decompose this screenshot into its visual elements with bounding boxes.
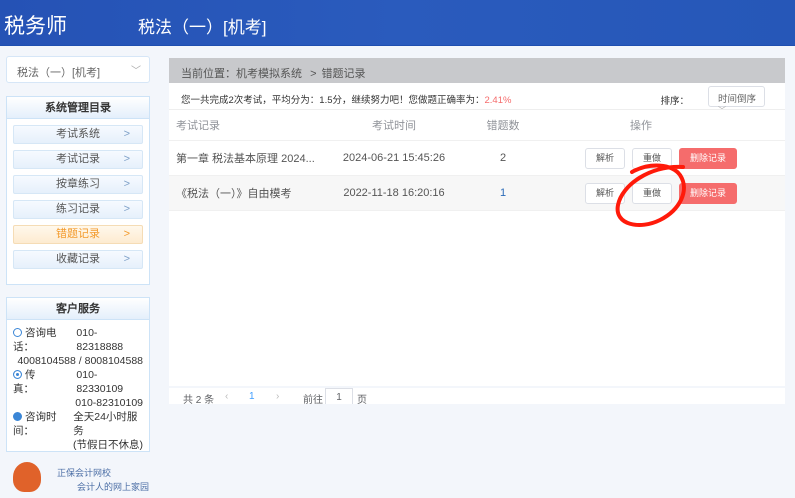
analyze-button[interactable]: 解析	[584, 147, 625, 169]
hours-note: (节假日不休息)	[73, 439, 143, 451]
accuracy-rate: 2.41%	[484, 95, 512, 106]
customer-service-panel: 客户服务 咨询电话： 010-82318888 4008104588 / 8008…	[6, 297, 150, 492]
header-record: 考试记录	[176, 120, 220, 132]
sidebar-item-0[interactable]: 考试系统 >	[13, 125, 143, 144]
goto-page-input[interactable]: 1	[325, 388, 353, 404]
goto-label: 前往	[303, 395, 323, 406]
chevron-right-icon: >	[123, 153, 130, 165]
record-count: 2	[499, 152, 507, 164]
sidebar-item-label: 收藏记录	[56, 253, 100, 265]
delete-record-button[interactable]: 删除记录	[679, 147, 738, 169]
fax-number-2: 010-82310109	[75, 397, 143, 409]
sidebar-item-label: 错题记录	[56, 228, 100, 240]
total-count: 共 2 条	[183, 395, 215, 406]
page-title: 税法（一）[机考]	[138, 18, 267, 37]
summary-text: 您一共完成2次考试，平均分为：1.5分，继续努力吧！您做题正确率为：	[181, 95, 485, 106]
sort-select[interactable]: 时间倒序 ﹀	[708, 86, 765, 115]
menu-title: 系统管理目录	[7, 97, 149, 119]
redo-button[interactable]: 重做	[631, 147, 672, 169]
table-header: 考试记录 考试时间 错题数 操作	[169, 110, 785, 141]
redo-button[interactable]: 重做	[631, 182, 672, 204]
record-name: 《税法（一）》自由模考	[176, 188, 292, 200]
sidebar-item-label: 考试系统	[56, 128, 100, 140]
subject-select-value: 税法（一）[机考]	[17, 67, 101, 79]
breadcrumb-separator-icon: >	[310, 68, 317, 80]
phone-icon	[13, 328, 22, 337]
next-page-button[interactable]: ›	[276, 391, 279, 402]
promo-banner: 正保会计网校 会计人的网上家园	[7, 458, 149, 498]
phone-number: 010-82318888	[76, 327, 124, 353]
pagination: 共 2 条 ‹ 1 › 前往 1 页	[169, 388, 785, 406]
record-name: 第一章 税法基本原理 2024...	[176, 153, 315, 165]
sort-value: 时间倒序	[718, 94, 757, 105]
subject-select[interactable]: 税法（一）[机考] ﹀	[6, 56, 150, 83]
chevron-down-icon: ﹀	[718, 106, 726, 115]
breadcrumb-item-current: 错题记录	[321, 68, 366, 80]
clock-icon	[13, 412, 22, 421]
sidebar-item-5[interactable]: 收藏记录 >	[13, 250, 143, 269]
promo-text: 正保会计网校	[57, 468, 112, 478]
chevron-right-icon: >	[123, 128, 130, 140]
summary-bar: 您一共完成2次考试，平均分为：1.5分，继续努力吧！您做题正确率为：2.41% …	[169, 83, 785, 115]
header: 税务师 税法（一）[机考]	[0, 0, 795, 46]
chevron-down-icon: ﹀	[131, 66, 141, 77]
phone-number-2: 4008104588 / 8008104588	[17, 355, 143, 367]
table-row: 第一章 税法基本原理 2024... 2024-06-21 15:45:26 2…	[169, 141, 785, 176]
delete-record-button[interactable]: 删除记录	[679, 182, 738, 204]
chevron-right-icon: >	[123, 203, 130, 215]
sort-label: 排序：	[660, 96, 689, 107]
sidebar-item-3[interactable]: 练习记录 >	[13, 200, 143, 219]
record-time: 2022-11-18 16:20:16	[343, 187, 445, 199]
header-actions: 操作	[630, 120, 652, 132]
telephone-icon	[13, 462, 41, 492]
menu-panel: 系统管理目录 考试系统 > 考试记录 > 按章练习 > 练习记录 > 错题记录 > 收藏记录 >	[6, 96, 150, 285]
record-time: 2024-06-21 15:45:26	[342, 152, 446, 164]
header-time: 考试时间	[372, 120, 416, 132]
sidebar-item-1[interactable]: 考试记录 >	[13, 150, 143, 169]
record-count: 1	[499, 187, 507, 199]
page-unit-label: 页	[357, 395, 367, 406]
table-row: 《税法（一）》自由模考 2022-11-18 16:20:16 1 解析 重做 删除…	[169, 176, 785, 211]
page-1-button[interactable]: 1	[249, 391, 255, 402]
breadcrumb-prefix: 当前位置：	[181, 68, 236, 80]
breadcrumb-item[interactable]: 机考模拟系统	[236, 68, 302, 80]
header-count: 错题数	[486, 120, 520, 132]
fax-icon	[13, 370, 22, 379]
sidebar-item-2[interactable]: 按章练习 >	[13, 175, 143, 194]
promo-slogan: 会计人的网上家园	[77, 482, 150, 492]
chevron-right-icon: >	[123, 178, 130, 190]
analyze-button[interactable]: 解析	[584, 182, 625, 204]
prev-page-button[interactable]: ‹	[225, 391, 228, 402]
logo: 税务师	[4, 15, 67, 38]
sidebar-item-label: 练习记录	[56, 203, 100, 215]
chevron-right-icon: >	[123, 253, 130, 265]
sidebar-item-label: 考试记录	[56, 153, 100, 165]
chevron-right-icon: >	[123, 228, 130, 240]
fax-number: 010-82330109	[76, 369, 124, 395]
sidebar-item-label: 按章练习	[56, 178, 100, 190]
hours-value: 全天24小时服务	[73, 411, 138, 437]
sidebar-item-4[interactable]: 错题记录 >	[13, 225, 143, 244]
breadcrumb: 当前位置：机考模拟系统 > 错题记录	[169, 58, 785, 83]
service-title: 客户服务	[7, 298, 149, 320]
main-panel: 当前位置：机考模拟系统 > 错题记录 您一共完成2次考试，平均分为：1.5分，继续…	[169, 58, 785, 386]
